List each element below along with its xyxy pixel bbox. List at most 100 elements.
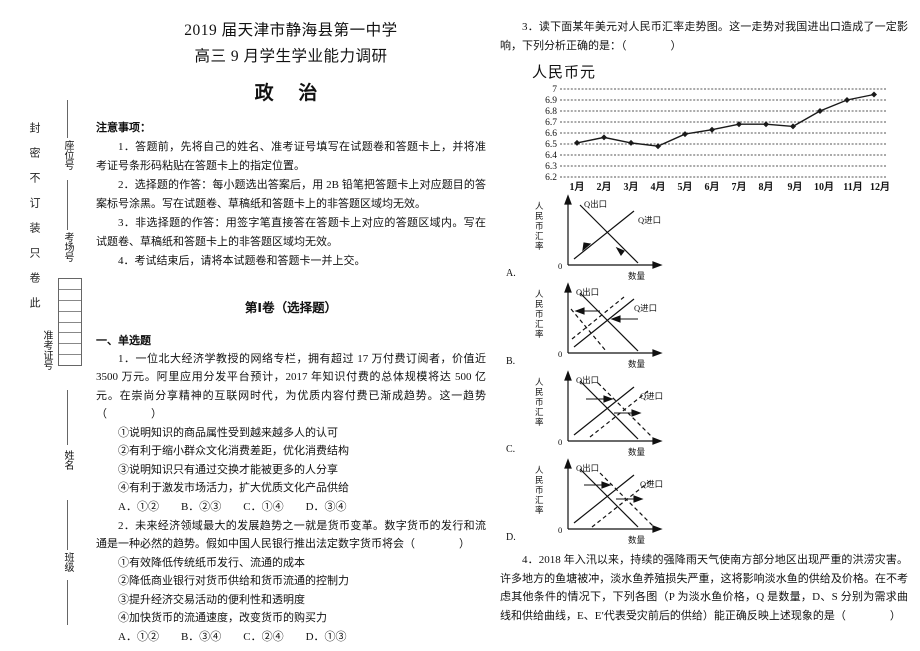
exam-page: 封密不订装只卷此 座位号 考场号 准考证号 姓名 班级 2019 届天津市静海县… [0, 0, 920, 651]
option-c-curve-import: Q进口 [640, 391, 663, 401]
svg-text:数量: 数量 [628, 447, 646, 457]
svg-text:率: 率 [535, 505, 544, 515]
left-column: 2019 届天津市静海县第一中学 高三 9 月学生学业能力调研 政 治 注意事项… [96, 18, 486, 643]
seal-rule-5 [67, 580, 68, 625]
notice-item-1: 1．答题前，先将自己的姓名、准考证号填写在试题卷和答题卡上，并将准考证号条形码粘… [96, 141, 486, 172]
id-cell[interactable] [59, 333, 81, 345]
question-1-statement-1: ①说明知识的商品属性受到越来越多人的认可 [118, 426, 338, 439]
option-c-label: C. [506, 444, 516, 455]
paper-part-title: 第Ⅰ卷（选择题） [244, 300, 338, 315]
id-cell[interactable] [59, 279, 81, 290]
svg-text:人: 人 [535, 289, 544, 299]
svg-text:0: 0 [558, 349, 562, 359]
xtick-2: 2月 [597, 181, 612, 193]
svg-text:汇: 汇 [535, 407, 544, 417]
question-2-statement-1: ①有效降低传统纸币发行、流通的成本 [118, 556, 305, 569]
question-3-stem: 3．读下面某年美元对人民币汇率走势图。这一走势对我国进出口造成了一定影响，下列分… [500, 21, 908, 52]
seal-rule-2 [67, 180, 68, 230]
xtick-5: 5月 [678, 181, 693, 193]
xtick-10: 10月 [814, 181, 834, 193]
field-exam-room: 考场号 [62, 232, 73, 262]
option-a-origin: 0 [558, 261, 562, 271]
question-1-statement-2: ②有利于缩小群众文化消费差距，优化消费结构 [118, 445, 349, 457]
question-2-statement-3: ③提升经济交易活动的便利性和透明度 [118, 593, 305, 606]
exchange-rate-chart: 人民币元 7 6.9 6.8 6.7 6.6 6.5 6.4 6.3 6.2 1… [514, 61, 908, 193]
right-column: 3．读下面某年美元对人民币汇率走势图。这一走势对我国进出口造成了一定影响，下列分… [500, 18, 908, 633]
option-c-svg: 人民币 汇率 0 Q出口 Q进口 数量 [535, 370, 663, 457]
svg-text:汇: 汇 [535, 319, 544, 329]
ytick-7.0: 7 [552, 85, 557, 95]
option-a-label: A. [506, 268, 516, 279]
ytick-6.7: 6.7 [545, 118, 557, 128]
option-b-curve-export: Q出口 [576, 287, 599, 297]
svg-text:数量: 数量 [628, 359, 646, 369]
chart-title: 人民币元 [532, 65, 597, 81]
option-diagram-b[interactable]: B. 人民币 汇率 0 Q出口 Q进口 数量 [506, 281, 908, 369]
question-4-stem: 4．2018 年入汛以来，持续的强降雨天气使南方部分地区出现严重的洪涝灾害。许多… [500, 554, 908, 622]
option-b-curve-import: Q进口 [634, 303, 657, 313]
xtick-6: 6月 [705, 181, 720, 193]
question-1-answers[interactable]: A．①② B．②③ C．①④ D．③④ [96, 498, 486, 517]
question-2-answers[interactable]: A．①② B．③④ C．②④ D．①③ [96, 628, 486, 647]
option-a-x-label: 数量 [628, 271, 646, 281]
option-d-curve-export: Q出口 [576, 463, 599, 473]
option-a-y-label: 人 [535, 201, 544, 211]
school-line-2: 高三 9 月学生学业能力调研 [194, 48, 388, 65]
xtick-4: 4月 [651, 181, 666, 193]
field-class: 班级 [62, 552, 73, 572]
ytick-6.5: 6.5 [545, 140, 557, 150]
question-1-statement-4: ④有利于激发市场活力，扩大优质文化产品供给 [118, 482, 349, 494]
xtick-1: 1月 [570, 181, 585, 193]
option-c-curve-export: Q出口 [576, 375, 599, 385]
svg-text:民: 民 [535, 387, 544, 397]
option-d-label: D. [506, 532, 516, 543]
question-1-stem: 1．一位北大经济学教授的网络专栏，拥有超过 17 万付费订阅者，价值近 3500… [96, 352, 486, 421]
ytick-6.9: 6.9 [545, 96, 557, 106]
svg-text:汇: 汇 [535, 495, 544, 505]
field-name: 姓名 [62, 450, 73, 470]
svg-text:人: 人 [535, 465, 544, 475]
svg-text:率: 率 [535, 241, 544, 251]
field-admission-number: 准考证号 [41, 330, 52, 370]
chart-series-line [576, 93, 875, 147]
option-diagram-c[interactable]: C. 人民币 汇率 0 Q出口 Q进口 数量 [506, 369, 908, 457]
svg-text:率: 率 [535, 329, 544, 339]
question-1-statement-3: ③说明知识只有通过交换才能被更多的人分享 [118, 463, 338, 476]
ytick-6.3: 6.3 [545, 162, 557, 172]
notice-item-3: 3．非选择题的作答：用签字笔直接答在答题卡上对应的答题区域内。写在试题卷、草稿纸… [96, 217, 486, 248]
svg-text:率: 率 [535, 417, 544, 427]
id-cell[interactable] [59, 301, 81, 312]
svg-text:民: 民 [535, 211, 544, 221]
option-diagram-d[interactable]: D. 人民币 汇率 0 Q出口 Q进口 数量 [506, 457, 908, 545]
id-cell[interactable] [59, 290, 81, 301]
xtick-12: 12月 [870, 181, 890, 193]
id-cell[interactable] [59, 355, 81, 365]
xtick-8: 8月 [759, 181, 774, 193]
option-a-curve-export: Q出口 [584, 199, 607, 209]
svg-text:0: 0 [558, 525, 562, 535]
option-b-svg: 人民币 汇率 0 Q出口 Q进口 数量 [535, 282, 663, 369]
question-2-stem: 2．未来经济领域最大的发展趋势之一就是货币变革。数字货币的发行和流通是一种必然的… [96, 519, 486, 551]
id-cell[interactable] [59, 312, 81, 323]
svg-text:币: 币 [535, 221, 544, 231]
chart-svg: 7 6.9 6.8 6.7 6.6 6.5 6.4 6.3 6.2 1月 2月 … [545, 85, 890, 193]
xtick-3: 3月 [624, 181, 639, 193]
svg-text:民: 民 [535, 475, 544, 485]
question-2-statement-2: ②降低商业银行对货币供给和货币流通的控制力 [118, 575, 349, 587]
xtick-7: 7月 [732, 181, 747, 193]
xtick-11: 11月 [843, 181, 862, 193]
ytick-6.8: 6.8 [545, 107, 557, 117]
id-cell[interactable] [59, 344, 81, 356]
seal-rule-1 [67, 100, 68, 138]
ytick-6.2: 6.2 [545, 173, 557, 183]
svg-text:汇: 汇 [535, 231, 544, 241]
option-b-label: B. [506, 356, 516, 367]
svg-text:人: 人 [535, 377, 544, 387]
ytick-6.4: 6.4 [545, 151, 557, 161]
ytick-6.6: 6.6 [545, 129, 557, 139]
section-heading: 一、单选题 [96, 334, 151, 347]
id-cell[interactable] [59, 323, 81, 334]
admission-number-grid[interactable] [58, 278, 82, 366]
notice-heading: 注意事项： [96, 122, 151, 134]
option-diagram-a[interactable]: A. 人 民币 汇率 0 Q出口 Q进口 数量 [506, 193, 908, 281]
